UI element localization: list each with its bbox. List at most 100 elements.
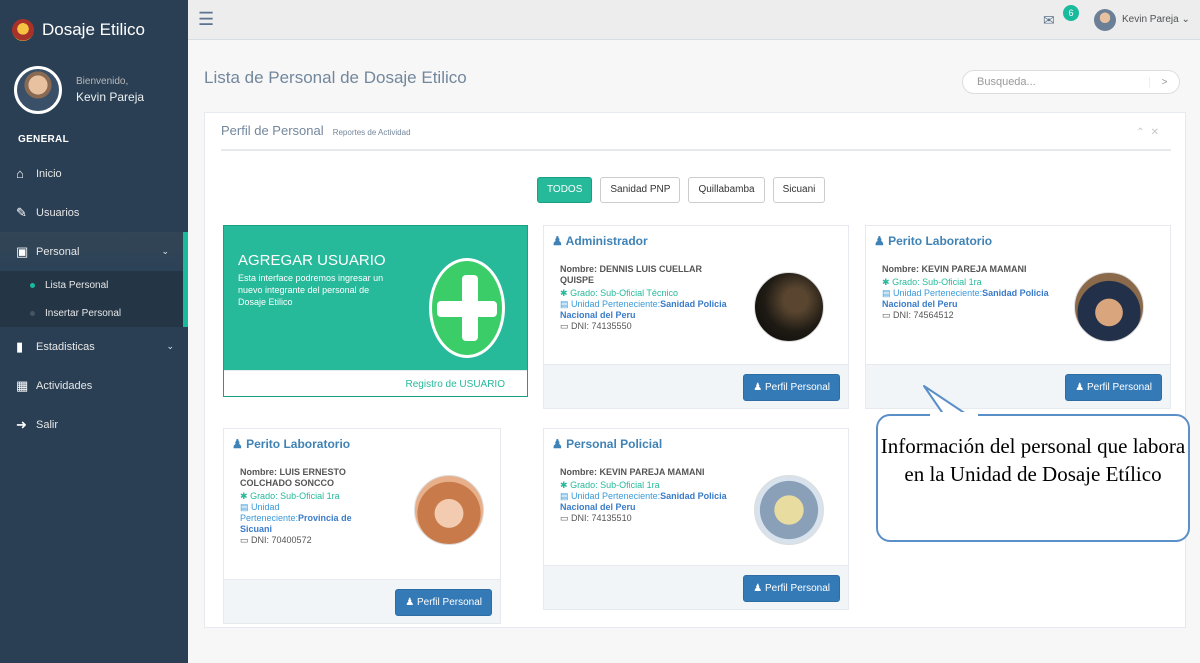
card-footer: ♟ Perfil Personal [544, 364, 848, 408]
brand[interactable]: Dosaje Etilico [0, 0, 188, 60]
plus-icon[interactable] [429, 258, 505, 358]
profile-button[interactable]: ♟ Perfil Personal [743, 374, 840, 401]
bullet-icon [30, 282, 35, 288]
profile-panel: Perfil de Personal Reportes de Actividad… [204, 112, 1186, 628]
personnel-card: ♟ Perito Laboratorio Nombre: LUIS ERNEST… [223, 428, 501, 624]
register-user-link[interactable]: Registro de USUARIO [406, 379, 505, 390]
sidebar-subitem-insertar-personal[interactable]: Insertar Personal [0, 299, 183, 327]
card-role-label: Perito Laboratorio [246, 437, 351, 451]
card-role: ♟ Administrador [552, 234, 648, 248]
card-role-label: Perito Laboratorio [888, 234, 993, 248]
card-name: Nombre: LUIS ERNESTO COLCHADO SONCCO [240, 467, 346, 488]
chevron-down-icon: ⌄ [166, 341, 174, 351]
notification-badge: 6 [1063, 5, 1079, 21]
mail-icon[interactable]: ✉ [1043, 12, 1055, 29]
menu-toggle-icon[interactable]: ☰ [198, 9, 214, 30]
profile-button-label: Perfil Personal [764, 382, 830, 393]
add-user-title: AGREGAR USUARIO [238, 252, 386, 269]
section-general: GENERAL [18, 134, 69, 145]
sidebar-item-label: Actividades [36, 379, 93, 392]
user-icon: ♟ [552, 234, 563, 248]
filter-quillabamba-button[interactable]: Quillabamba [688, 177, 765, 203]
id-card-icon: ▭ [240, 535, 249, 545]
card-grado-label: Grado: Sub-Oficial 1ra [250, 491, 340, 501]
personnel-card: ♟ Administrador Nombre: DENNIS LUIS CUEL… [543, 225, 849, 409]
user-icon: ♟ [405, 597, 415, 608]
home-icon: ⌂ [16, 166, 24, 181]
profile-button-label: Perfil Personal [1086, 382, 1152, 393]
search-button[interactable]: > [1149, 76, 1179, 88]
user-icon: ♟ [753, 382, 763, 393]
card-grado: ✱ Grado: Sub-Oficial 1ra [240, 491, 380, 502]
personnel-card: ♟ Perito Laboratorio Nombre: KEVIN PAREJ… [865, 225, 1171, 409]
sign-out-icon: ➜ [16, 416, 27, 432]
sidebar-item-label: Salir [36, 418, 59, 431]
personnel-photo [754, 272, 824, 342]
sidebar-subitem-lista-personal[interactable]: Lista Personal [0, 271, 183, 299]
sidebar-item-label: Personal [36, 245, 80, 258]
add-user-footer: Registro de USUARIO [224, 370, 527, 396]
profile-button[interactable]: ♟ Perfil Personal [395, 589, 492, 616]
card-role: ♟ Perito Laboratorio [874, 234, 992, 248]
callout-tail-join [930, 412, 978, 418]
card-dni: ▭ DNI: 74135550 [560, 321, 736, 332]
card-details: Nombre: LUIS ERNESTO COLCHADO SONCCO ✱ G… [240, 467, 380, 546]
add-user-description: Esta interface podremos ingresar un nuev… [238, 273, 384, 307]
card-grado: ✱ Grado: Sub-Oficial Técnico [560, 288, 736, 299]
asterisk-icon: ✱ [560, 480, 568, 490]
police-logo-icon [12, 19, 34, 41]
chevron-down-icon: ⌄ [1181, 14, 1190, 25]
card-details: Nombre: KEVIN PAREJA MAMANI ✱ Grado: Sub… [882, 264, 1058, 321]
sidebar-item-label: Usuarios [36, 206, 80, 219]
card-grado-label: Grado: Sub-Oficial 1ra [892, 277, 982, 287]
sidebar-item-personal[interactable]: ▣ Personal ⌄ [0, 232, 188, 271]
collapse-icon[interactable]: ⌃ [1136, 127, 1150, 138]
sidebar-item-actividades[interactable]: ▦ Actividades [0, 366, 188, 405]
card-grado: ✱ Grado: Sub-Oficial 1ra [560, 480, 736, 491]
filter-sanidad-button[interactable]: Sanidad PNP [600, 177, 681, 203]
card-details: Nombre: KEVIN PAREJA MAMANI ✱ Grado: Sub… [560, 467, 736, 524]
sidebar-submenu-personal: Lista Personal Insertar Personal [0, 271, 188, 327]
close-icon[interactable]: ✕ [1151, 127, 1165, 138]
card-unidad-label: Unidad Perteneciente: [571, 299, 661, 309]
building-icon: ▤ [560, 491, 569, 501]
user-menu[interactable]: Kevin Pareja ⌄ [1122, 14, 1190, 25]
filter-sicuani-button[interactable]: Sicuani [772, 177, 826, 203]
profile-name: Kevin Pareja [76, 90, 145, 104]
id-card-icon: ▭ [882, 310, 891, 320]
card-dni: ▭ DNI: 74135510 [560, 513, 736, 524]
sidebar-item-salir[interactable]: ➜ Salir [0, 405, 188, 444]
user-icon: ♟ [753, 583, 763, 594]
user-icon: ♟ [552, 437, 563, 451]
card-name: Nombre: KEVIN PAREJA MAMANI [882, 264, 1027, 274]
id-card-icon: ▭ [560, 513, 569, 523]
panel-subtitle: Reportes de Actividad [332, 128, 411, 137]
sidebar-item-label: Inicio [36, 167, 62, 180]
card-unidad-label: Unidad Perteneciente: [893, 288, 983, 298]
filter-todos-button[interactable]: TODOS [537, 177, 593, 203]
search-input[interactable] [963, 76, 1149, 88]
sidebar-item-estadisticas[interactable]: ▮ Estadisticas ⌄ [0, 327, 188, 366]
card-unidad: ▤ Unidad Perteneciente:Sanidad Policia N… [882, 288, 1058, 310]
card-footer: ♟ Perfil Personal [544, 565, 848, 609]
sidebar: Dosaje Etilico Bienvenido, Kevin Pareja … [0, 0, 188, 663]
user-avatar[interactable] [1094, 9, 1116, 31]
chevron-down-icon: ⌄ [161, 246, 169, 256]
profile-button[interactable]: ♟ Perfil Personal [1065, 374, 1162, 401]
add-user-card[interactable]: AGREGAR USUARIO Esta interface podremos … [223, 225, 528, 397]
personnel-photo [414, 475, 484, 545]
card-dni-label: DNI: 74135510 [571, 513, 632, 523]
card-unidad: ▤ Unidad Perteneciente:Sanidad Policia N… [560, 491, 736, 513]
sidebar-item-usuarios[interactable]: ✎ Usuarios [0, 193, 188, 232]
asterisk-icon: ✱ [240, 491, 248, 501]
card-dni-label: DNI: 70400572 [251, 535, 312, 545]
bar-chart-icon: ▮ [16, 338, 24, 354]
card-dni-label: DNI: 74564512 [893, 310, 954, 320]
sidebar-item-inicio[interactable]: ⌂ Inicio [0, 154, 188, 193]
callout-text: Información del personal que labora en l… [880, 434, 1186, 486]
profile-button[interactable]: ♟ Perfil Personal [743, 575, 840, 602]
card-dni-label: DNI: 74135550 [571, 321, 632, 331]
card-unidad: ▤ Unidad Perteneciente:Provincia de Sicu… [240, 502, 380, 535]
personnel-photo [1074, 272, 1144, 342]
card-unidad-label: Unidad Perteneciente: [240, 502, 299, 523]
